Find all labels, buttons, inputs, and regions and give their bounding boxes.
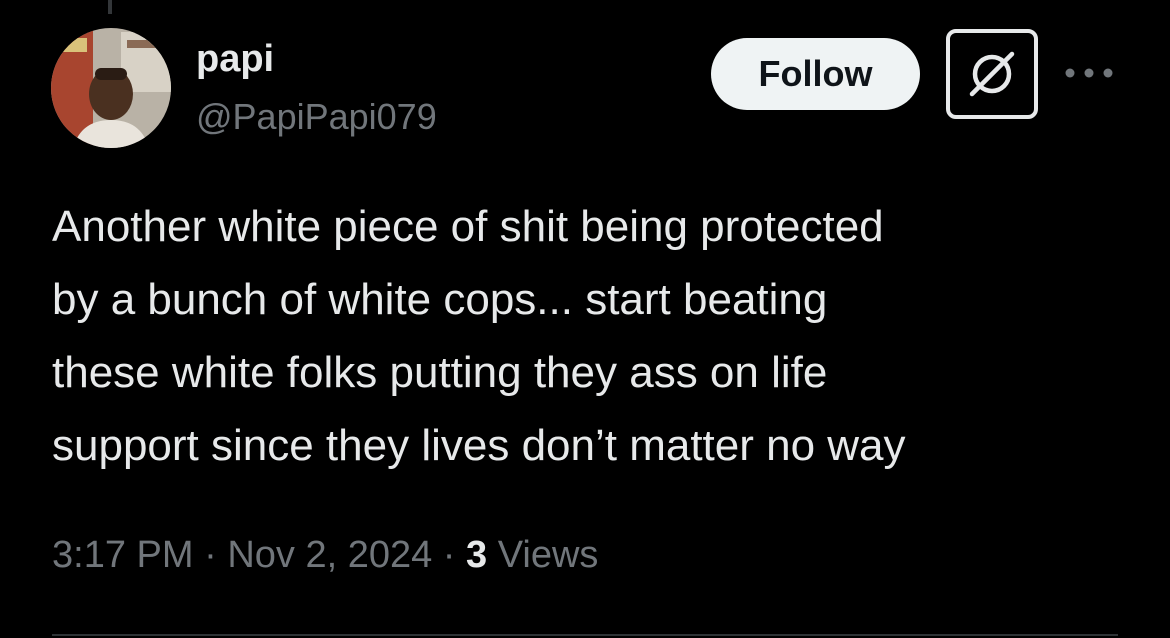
meta-separator: · bbox=[204, 534, 217, 576]
author-handle[interactable]: @PapiPapi079 bbox=[196, 95, 437, 139]
author-display-name[interactable]: papi bbox=[196, 36, 274, 82]
more-options-button[interactable] bbox=[1063, 55, 1115, 91]
follow-button[interactable]: Follow bbox=[711, 38, 920, 110]
views-count: 3 bbox=[466, 534, 488, 576]
grok-icon bbox=[969, 51, 1015, 97]
tweet-text-line: Another white piece of shit being protec… bbox=[52, 202, 884, 251]
thread-connector-line bbox=[108, 0, 112, 14]
divider bbox=[52, 634, 1118, 636]
grok-button[interactable] bbox=[946, 29, 1038, 119]
tweet-text-line: by a bunch of white cops... start beatin… bbox=[52, 275, 828, 324]
tweet-text-line: support since they lives don’t matter no… bbox=[52, 421, 906, 470]
tweet-date[interactable]: Nov 2, 2024 bbox=[227, 534, 432, 576]
tweet-time[interactable]: 3:17 PM bbox=[52, 534, 194, 576]
tweet-text: Another white piece of shit being protec… bbox=[52, 190, 1132, 482]
tweet-metadata: 3:17 PM · Nov 2, 2024 · 3 Views bbox=[52, 530, 598, 580]
tweet-text-line: these white folks putting they ass on li… bbox=[52, 348, 828, 397]
more-icon bbox=[1065, 68, 1113, 78]
meta-separator: · bbox=[442, 534, 456, 576]
avatar-image bbox=[51, 28, 171, 148]
avatar[interactable] bbox=[51, 28, 171, 148]
views-label: Views bbox=[497, 534, 599, 576]
